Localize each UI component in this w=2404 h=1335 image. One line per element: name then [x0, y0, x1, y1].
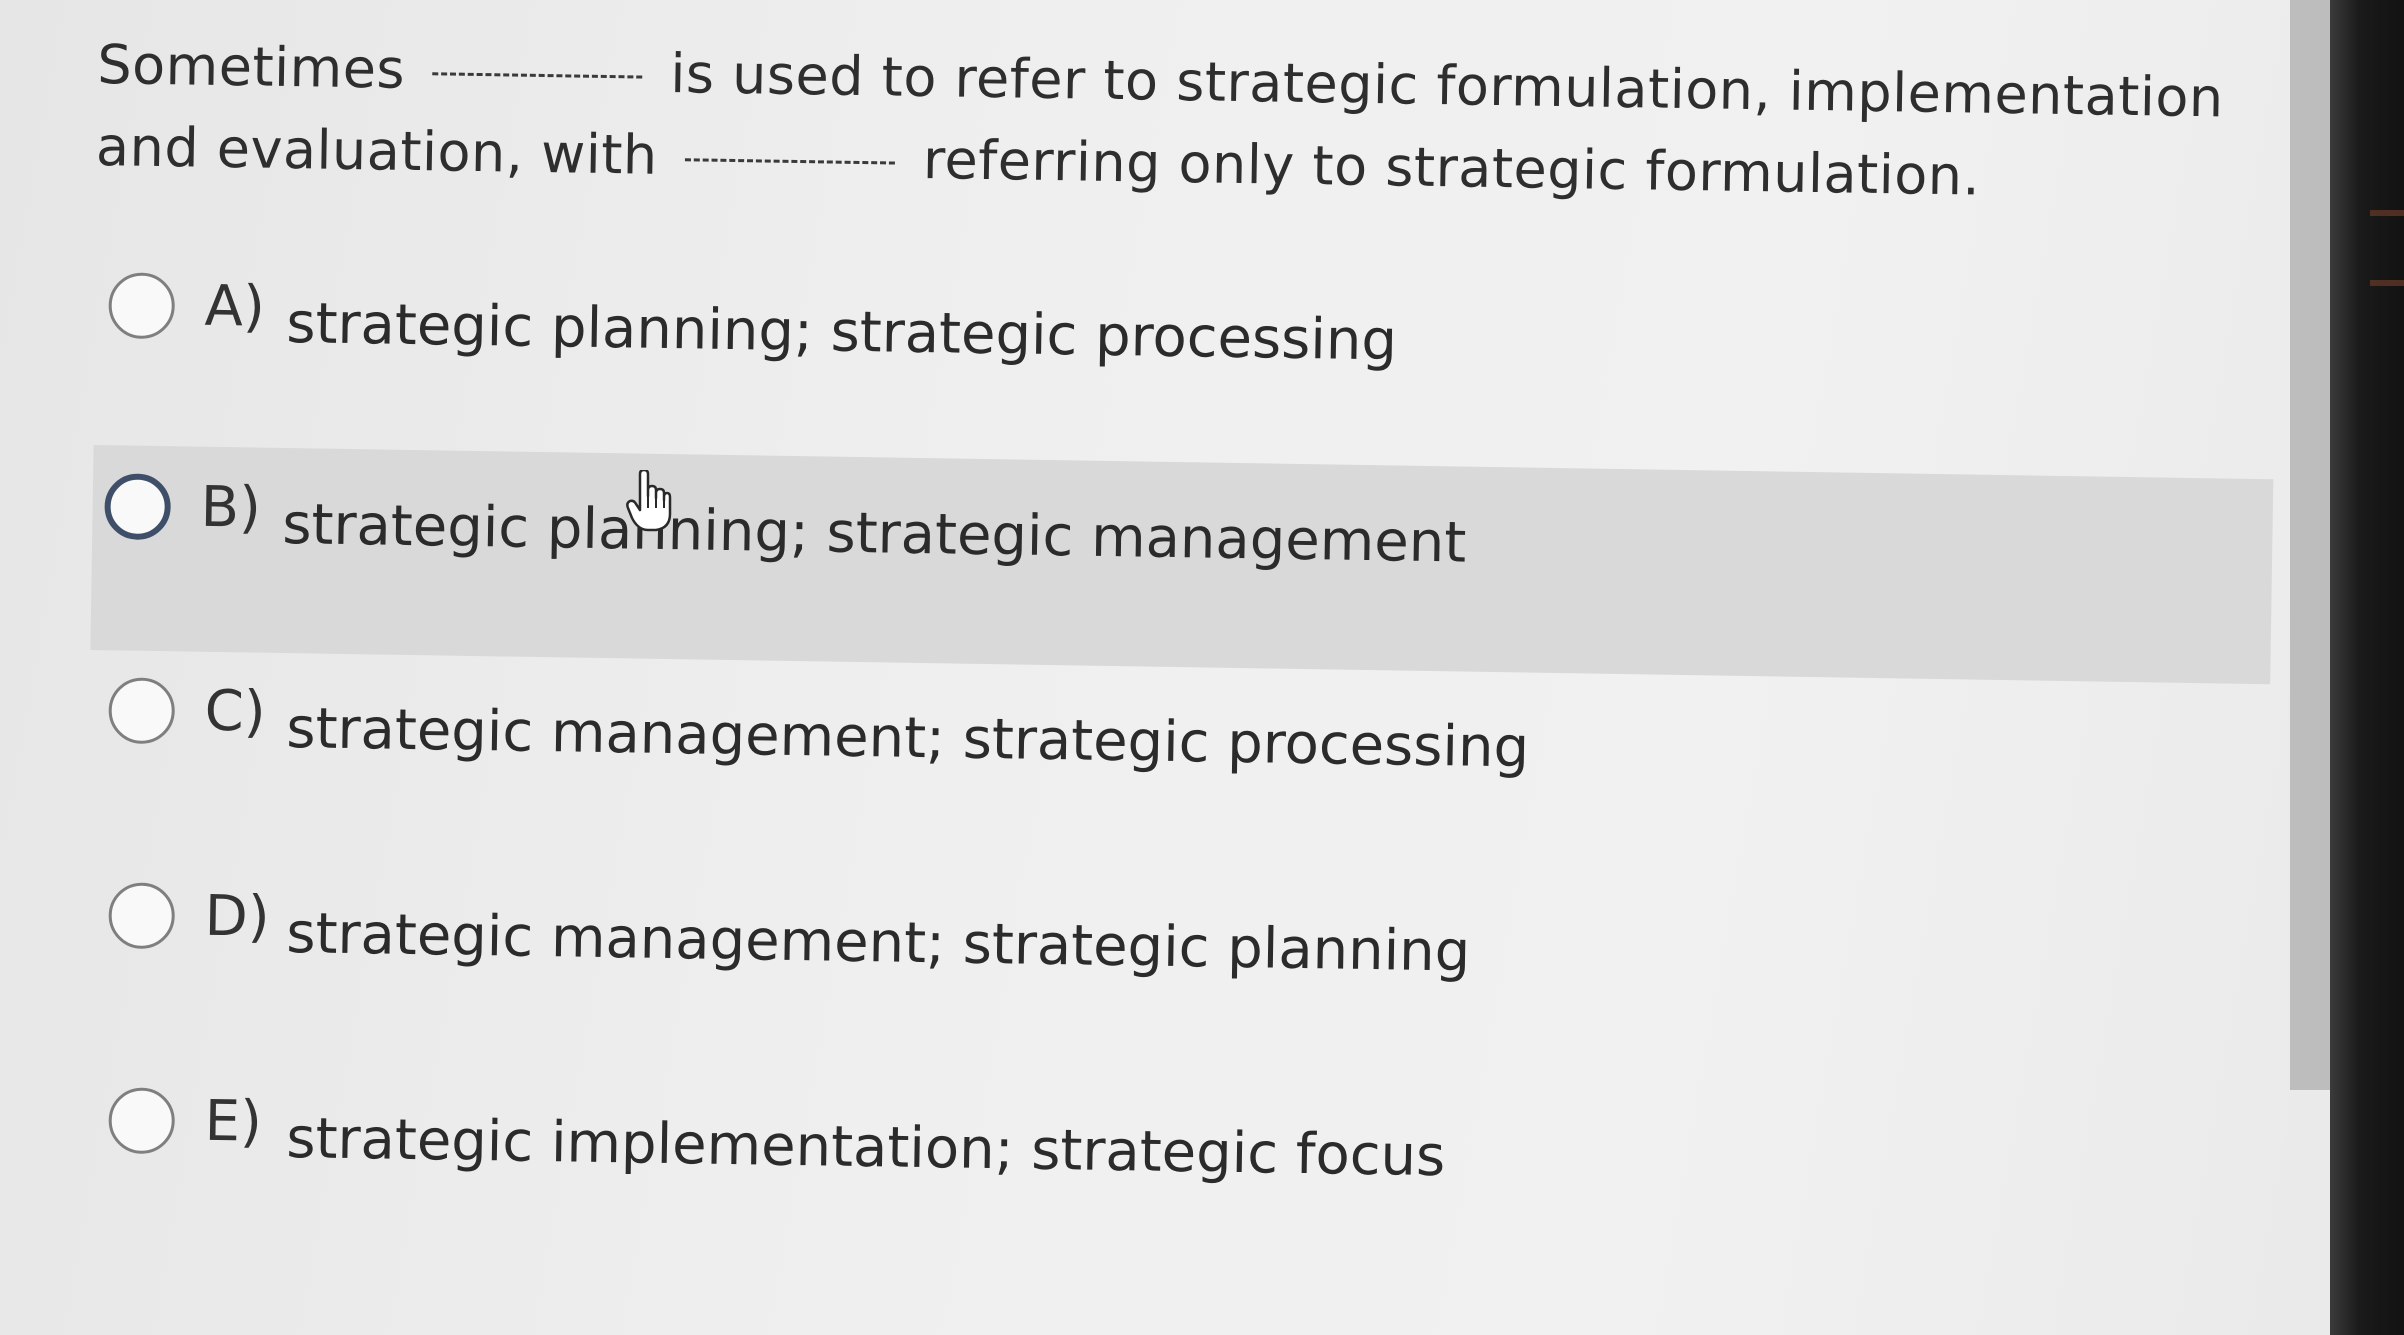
- option-text: strategic management; strategic processi…: [285, 695, 1530, 781]
- question-part-3: referring only to strategic formulation.: [922, 127, 1981, 208]
- option-e[interactable]: E) strategic implementation; strategic f…: [94, 1065, 2277, 1299]
- option-text: strategic management; strategic planning: [285, 900, 1471, 985]
- radio-button-b[interactable]: [104, 473, 172, 541]
- monitor-bezel: [2330, 0, 2404, 1335]
- option-d[interactable]: D) strategic management; strategic plann…: [94, 860, 2277, 1094]
- radio-button-a[interactable]: [108, 272, 176, 340]
- option-text: strategic implementation; strategic focu…: [285, 1105, 1446, 1190]
- answer-blank-1: [432, 72, 643, 79]
- option-b[interactable]: B) strategic planning; strategic managem…: [90, 445, 2274, 685]
- option-letter: D): [204, 883, 271, 950]
- option-c[interactable]: C) strategic management; strategic proce…: [94, 655, 2277, 889]
- bezel-reflection: [2370, 280, 2404, 286]
- radio-button-e[interactable]: [108, 1087, 176, 1155]
- option-letter: E): [204, 1088, 263, 1155]
- option-text: strategic planning; strategic processing: [285, 290, 1398, 374]
- radio-button-c[interactable]: [108, 677, 176, 745]
- hand-pointer-icon: [626, 470, 672, 532]
- question-part-1: Sometimes: [96, 32, 406, 101]
- quiz-screen: Sometimes is used to refer to strategic …: [0, 0, 2404, 1335]
- bezel-reflection: [2370, 210, 2404, 216]
- option-text: strategic planning; strategic management: [281, 491, 1467, 576]
- scrollbar[interactable]: [2290, 0, 2330, 1090]
- option-a[interactable]: A) strategic planning; strategic process…: [94, 250, 2277, 484]
- option-letter: B): [200, 474, 262, 541]
- answer-blank-2: [685, 158, 896, 165]
- option-letter: C): [204, 678, 267, 745]
- option-letter: A): [204, 273, 266, 340]
- question-text: Sometimes is used to refer to strategic …: [95, 24, 2257, 222]
- radio-button-d[interactable]: [108, 882, 176, 950]
